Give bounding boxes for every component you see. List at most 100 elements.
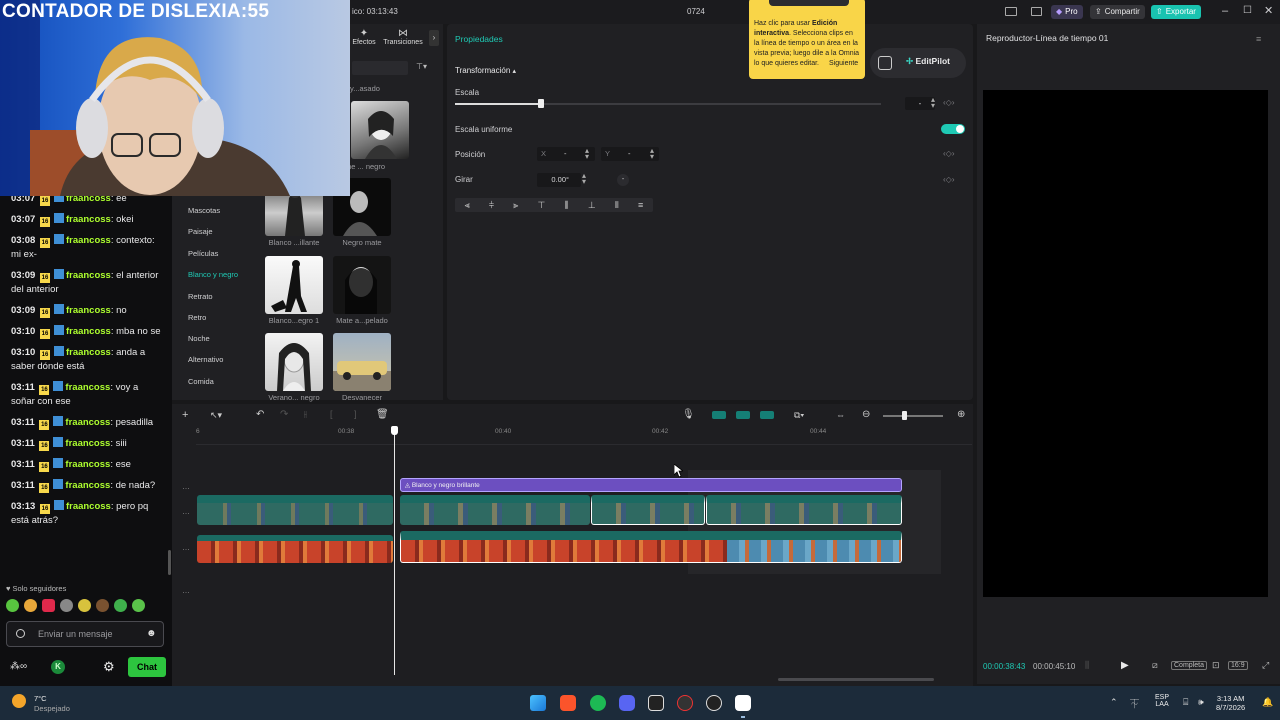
scale-stepper[interactable]: ▴ ▾ xyxy=(931,96,935,110)
close-icon[interactable]: ✕ xyxy=(1264,4,1273,17)
emote-icon[interactable] xyxy=(132,599,145,612)
emote-icon[interactable] xyxy=(24,599,37,612)
emote-icon[interactable] xyxy=(6,599,19,612)
category-blanco-y-negro[interactable]: Blanco y negro xyxy=(188,270,238,279)
capcut-icon[interactable] xyxy=(735,695,751,711)
message-username[interactable]: fraancoss xyxy=(65,438,110,449)
maximize-icon[interactable]: ☐ xyxy=(1243,5,1252,16)
language-indicator[interactable]: ESP LAA xyxy=(1155,694,1169,708)
align-hcenter-icon[interactable]: ⫩ xyxy=(489,200,494,211)
effect-thumbnail[interactable] xyxy=(333,333,391,391)
chat-scrollbar[interactable] xyxy=(168,550,171,575)
link-icon[interactable] xyxy=(736,411,750,419)
tooltip-next-button[interactable]: Siguiente xyxy=(829,59,858,69)
category-paisaje[interactable]: Paisaje xyxy=(188,227,213,236)
preview-axis-icon[interactable] xyxy=(760,411,774,419)
message-username[interactable]: fraancoss xyxy=(66,347,111,358)
video-clip[interactable]: mi ex 2de.mp4 00:00:01:20 xyxy=(197,495,393,525)
pro-button[interactable]: ◆ Pro xyxy=(1051,5,1083,19)
timeline-scrollbar[interactable] xyxy=(778,678,934,681)
category-retro[interactable]: Retro xyxy=(188,313,206,322)
message-username[interactable]: fraancoss xyxy=(66,270,111,281)
windows-start-icon[interactable] xyxy=(530,695,546,711)
add-track-icon[interactable]: + xyxy=(182,409,188,421)
volume-icon[interactable]: 🕪 xyxy=(1198,697,1204,708)
tabs-scroll-icon[interactable]: › xyxy=(429,30,439,46)
brave-icon[interactable] xyxy=(560,695,576,711)
app-icon[interactable] xyxy=(706,695,722,711)
rotate-stepper[interactable]: ▴ ▾ xyxy=(582,172,586,186)
effect-clip[interactable]: ◬ Blanco y negro brillante xyxy=(400,478,902,492)
align-bottom-icon[interactable]: ⊥ xyxy=(588,200,596,211)
align-vcenter-icon[interactable]: ⫼ xyxy=(565,200,569,211)
redo-icon[interactable]: ↷ xyxy=(280,409,288,420)
video-clip[interactable]: EX 1RA.mp4 00:00:01:27 xyxy=(591,495,705,525)
transform-section[interactable]: Transformación ▴ xyxy=(455,66,516,75)
message-username[interactable]: fraancoss xyxy=(65,417,110,428)
video-clip[interactable]: EX 1RA.mp4 00:00:02:29 xyxy=(706,495,902,525)
obs-icon[interactable] xyxy=(677,695,693,711)
position-x-stepper[interactable]: ▴ ▾ xyxy=(585,147,589,161)
track-menu-icon[interactable]: … xyxy=(182,543,190,552)
delete-icon[interactable]: 🗑 xyxy=(376,409,389,420)
align-top-icon[interactable]: ⊤ xyxy=(537,200,545,211)
keyframe-icon[interactable]: ‹◇› xyxy=(943,175,954,184)
play-icon[interactable]: ▶ xyxy=(1121,660,1129,671)
clock[interactable]: 3:13 AM 8/7/2026 xyxy=(1216,694,1245,712)
trim-left-icon[interactable]: [ xyxy=(330,409,333,419)
channel-points-icon[interactable]: ⁂∞ xyxy=(10,661,27,672)
crop-icon[interactable]: ⧄ xyxy=(1152,660,1158,671)
rotate-dial[interactable]: - xyxy=(617,174,629,186)
scale-slider-handle[interactable] xyxy=(538,99,544,108)
network-icon[interactable]: ⌸ xyxy=(1183,697,1188,708)
trim-right-icon[interactable]: ] xyxy=(354,409,357,419)
spotify-icon[interactable] xyxy=(590,695,606,711)
message-username[interactable]: fraancoss xyxy=(66,214,111,225)
track-menu-icon[interactable]: … xyxy=(182,482,190,491)
fit-icon[interactable]: ⇔ xyxy=(836,410,845,420)
microphone-icon[interactable]: 🎙 xyxy=(682,409,695,420)
shortcuts-icon[interactable] xyxy=(1031,7,1042,16)
emote-icon[interactable] xyxy=(60,599,73,612)
distribute-v-icon[interactable]: ≡ xyxy=(638,200,643,210)
video-clip[interactable] xyxy=(197,535,393,563)
emote-icon[interactable] xyxy=(114,599,127,612)
frames-icon[interactable]: ⫼ xyxy=(1085,660,1089,671)
category-retrato[interactable]: Retrato xyxy=(188,292,213,301)
effects-search-input[interactable] xyxy=(352,61,408,75)
tray-chevron-icon[interactable]: ⌃ xyxy=(1110,697,1118,708)
emote-icon[interactable] xyxy=(78,599,91,612)
category-alternativo[interactable]: Alternativo xyxy=(188,355,223,364)
magnet-icon[interactable] xyxy=(712,411,726,419)
zoom-slider[interactable] xyxy=(883,415,943,417)
playhead[interactable] xyxy=(394,430,395,675)
ratio-button[interactable]: 16:9 xyxy=(1228,661,1248,670)
filter-icon[interactable]: ⊤▾ xyxy=(416,62,427,71)
zoom-in-icon[interactable]: ⊕ xyxy=(957,409,965,420)
playhead-handle[interactable] xyxy=(391,426,398,435)
select-tool-icon[interactable]: ↖▾ xyxy=(210,410,222,421)
fullscreen-icon[interactable]: ⤢ xyxy=(1262,660,1269,671)
app-icon[interactable] xyxy=(648,695,664,711)
background-video-clip[interactable]: (12) Subway Surfer Highscore 10512290 , … xyxy=(400,531,902,563)
snapshot-icon[interactable]: ⊡ xyxy=(1212,660,1220,671)
minimize-icon[interactable]: – xyxy=(1222,5,1228,17)
discord-icon[interactable] xyxy=(619,695,635,711)
quality-button[interactable]: Completa xyxy=(1171,661,1207,670)
message-username[interactable]: fraancoss xyxy=(66,305,111,316)
effect-thumbnail[interactable] xyxy=(333,256,391,314)
message-username[interactable]: fraancoss xyxy=(65,382,110,393)
track-menu-icon[interactable]: … xyxy=(182,586,190,595)
tray-app-icon[interactable]: ⏇ xyxy=(1130,697,1139,710)
message-username[interactable]: fraancoss xyxy=(66,326,111,337)
kick-icon[interactable]: K xyxy=(51,660,65,674)
align-left-icon[interactable]: ⫷ xyxy=(465,200,470,211)
effect-thumbnail[interactable] xyxy=(265,256,323,314)
message-username[interactable]: fraancoss xyxy=(65,480,110,491)
player-menu-icon[interactable]: ≡ xyxy=(1256,34,1261,44)
track-menu-icon[interactable]: … xyxy=(182,507,190,516)
rotate-input[interactable]: 0.00° xyxy=(537,173,581,187)
message-username[interactable]: fraancoss xyxy=(66,235,111,246)
message-username[interactable]: fraancoss xyxy=(65,459,110,470)
chat-send-button[interactable]: Chat xyxy=(128,657,166,677)
